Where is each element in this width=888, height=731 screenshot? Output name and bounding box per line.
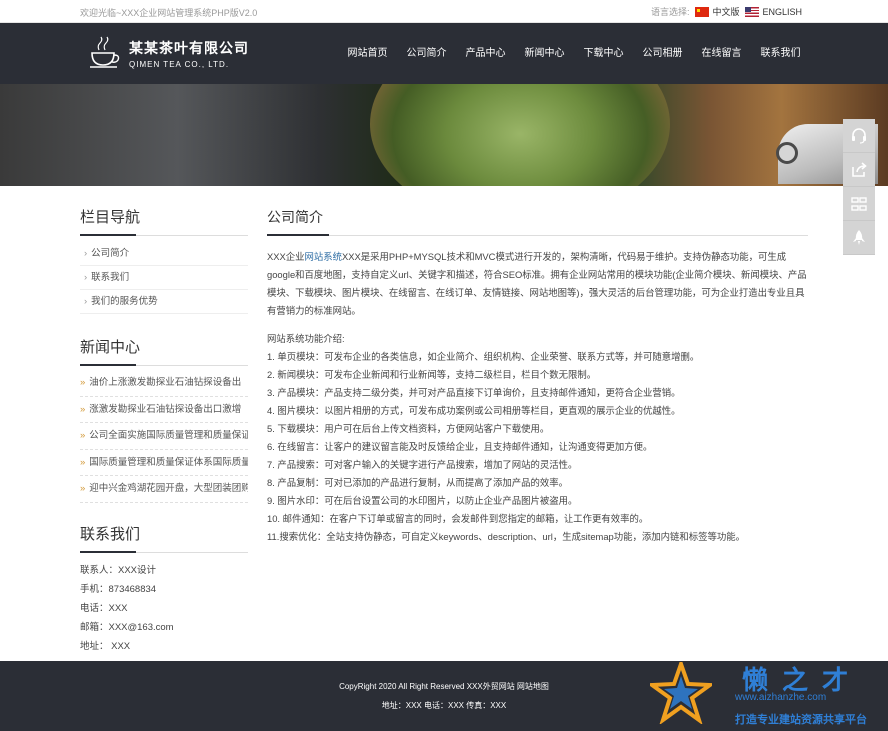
feature-item: 4. 图片模块：以图片相册的方式，可发布成功案例或公司相册等栏目，更直观的展示企… <box>267 405 681 416</box>
chevron-right-icon: › <box>84 248 88 259</box>
double-chevron-icon: » <box>80 430 86 441</box>
page-title: 公司简介 <box>267 207 808 236</box>
customer-service-button[interactable] <box>843 119 875 153</box>
sidebar-menu-title: 栏目导航 <box>80 206 248 236</box>
news-title: 迎中兴金鸡湖花园开盘，大型团装团购 <box>89 483 248 494</box>
site-logo[interactable]: 某某茶叶有限公司 QIMEN TEA CO., LTD. <box>87 35 249 71</box>
chevron-right-icon: › <box>84 296 88 307</box>
sidebar-item-advantages[interactable]: › 我们的服务优势 <box>80 290 248 314</box>
sidebar-item-about[interactable]: › 公司简介 <box>80 242 248 266</box>
back-to-top-button[interactable] <box>843 221 875 255</box>
language-switcher: 语言选择: 中文版 ENGLISH <box>651 5 802 18</box>
language-label: 语言选择: <box>650 7 690 17</box>
news-title: 涨激发勘探业石油钻探设备出口激增 <box>89 403 242 415</box>
lang-en-link[interactable]: ENGLISH <box>745 6 802 17</box>
news-title: 油价上涨激发勘探业石油钻探设备出 <box>89 377 242 388</box>
features-heading: 网站系统功能介绍: <box>267 333 345 344</box>
news-link[interactable]: » 油价上涨激发勘探业石油钻探设备出 <box>80 370 248 397</box>
intro-prefix: XXX企业 <box>267 251 305 262</box>
company-name-en: QIMEN TEA CO., LTD. <box>129 59 230 69</box>
content-panel: 公司简介 XXX企业网站系统XXX是采用PHP+MYSQL技术和MVC模式进行开… <box>267 186 808 546</box>
nav-about[interactable]: 公司简介 <box>397 23 456 84</box>
double-chevron-icon: » <box>80 377 86 388</box>
nav-home[interactable]: 网站首页 <box>338 23 397 84</box>
sidebar-contact-title: 联系我们 <box>80 523 248 553</box>
feature-item: 9. 图片水印：可在后台设置公司的水印图片，以防止企业产品图片被盗用。 <box>267 495 578 506</box>
share-icon <box>852 161 867 177</box>
double-chevron-icon: » <box>80 403 86 415</box>
feature-item: 1. 单页模块：可发布企业的各类信息，如企业简介、组织机构、企业荣誉、联系方式等… <box>267 351 700 362</box>
news-title: 国际质量管理和质量保证体系国际质量 <box>89 456 248 468</box>
contact-email: 邮箱：XXX@163.com <box>80 621 174 633</box>
feature-item: 7. 产品搜索：可对客户输入的关键字进行产品搜索，增加了网站的灵活性。 <box>267 459 578 470</box>
china-flag-icon <box>695 6 710 17</box>
share-button[interactable] <box>843 153 875 187</box>
feature-item: 5. 下载模块：用户可在后台上传文档资料，方便网站客户下载使用。 <box>267 423 550 434</box>
lang-en-label: ENGLISH <box>762 6 802 17</box>
sidebar-item-label: 公司简介 <box>91 248 130 259</box>
nav-products[interactable]: 产品中心 <box>456 23 515 84</box>
site-header: 某某茶叶有限公司 QIMEN TEA CO., LTD. 网站首页 公司简介 产… <box>0 23 888 84</box>
lang-cn-link[interactable]: 中文版 <box>695 5 739 18</box>
double-chevron-icon: » <box>80 483 86 494</box>
watermark: 懒之才 www.aizhanzhe.com 打造专业建站资源共享平台 <box>650 658 888 731</box>
intro-body: XXX是采用PHP+MYSQL技术和MVC模式进行开发的，架构清晰，代码易于维护… <box>267 251 807 316</box>
qrcode-icon <box>851 196 867 211</box>
sidebar: 栏目导航 › 公司简介 › 联系我们 › 我们的服务优势 新闻中心 » 油价上涨激发勘探… <box>80 186 248 656</box>
news-link[interactable]: » 涨激发勘探业石油钻探设备出口激增 <box>80 397 248 423</box>
intro-link[interactable]: 网站系统 <box>305 251 343 262</box>
us-flag-icon <box>745 6 760 17</box>
teapot-spout <box>776 142 798 164</box>
feature-item: 3. 产品模块：产品支持二级分类，并可对产品直接下订单询价，且支持邮件通知，更符… <box>267 387 681 398</box>
news-link[interactable]: » 迎中兴金鸡湖花园开盘，大型团装团购 <box>80 476 248 503</box>
headset-icon <box>852 127 866 144</box>
rocket-icon <box>853 229 865 245</box>
nav-downloads[interactable]: 下载中心 <box>574 23 633 84</box>
contact-person: 联系人：XXX设计 <box>80 564 157 576</box>
feature-item: 2. 新闻模块：可发布企业新闻和行业新闻等，支持二级栏目，栏目个数无限制。 <box>267 369 597 380</box>
sidebar-item-label: 联系我们 <box>91 272 130 283</box>
contact-address: 地址： XXX <box>80 640 131 652</box>
double-chevron-icon: » <box>80 456 86 468</box>
company-name-cn: 某某茶叶有限公司 <box>129 39 249 56</box>
watermark-slogan: 打造专业建站资源共享平台 <box>735 714 867 726</box>
tea-bowl-image <box>370 84 670 186</box>
nav-album[interactable]: 公司相册 <box>633 23 692 84</box>
star-logo-icon <box>650 662 712 724</box>
floating-toolbar <box>843 119 875 255</box>
qrcode-button[interactable] <box>843 187 875 221</box>
intro-paragraph: XXX企业网站系统XXX是采用PHP+MYSQL技术和MVC模式进行开发的，架构… <box>267 248 808 320</box>
feature-item: 8. 产品复制：可对已添加的产品进行复制，从而提高了添加产品的效率。 <box>267 477 569 488</box>
sidebar-news-title: 新闻中心 <box>80 336 248 366</box>
main-nav: 网站首页 公司简介 产品中心 新闻中心 下载中心 公司相册 在线留言 联系我们 <box>338 23 810 84</box>
tea-banner <box>0 84 888 186</box>
feature-item: 10. 邮件通知：在客户下订单或留言的同时，会发邮件到您指定的邮箱，让工作更有效… <box>267 513 649 524</box>
feature-item: 11.搜索优化：全站支持伪静态，可自定义keywords、description… <box>267 531 746 542</box>
sidebar-item-contact[interactable]: › 联系我们 <box>80 266 248 290</box>
sidebar-item-label: 我们的服务优势 <box>91 296 158 307</box>
top-strip: 欢迎光临~XXX企业网站管理系统PHP版V2.0 语言选择: 中文版 ENGLI… <box>0 0 888 23</box>
news-link[interactable]: » 公司全面实施国际质量管理和质量保证 <box>80 423 248 450</box>
chevron-right-icon: › <box>84 272 88 283</box>
news-link[interactable]: » 国际质量管理和质量保证体系国际质量 <box>80 450 248 476</box>
nav-guestbook[interactable]: 在线留言 <box>692 23 751 84</box>
lang-cn-label: 中文版 <box>712 7 740 17</box>
nav-news[interactable]: 新闻中心 <box>515 23 574 84</box>
news-title: 公司全面实施国际质量管理和质量保证 <box>89 430 248 441</box>
contact-mobile: 手机：873468834 <box>80 583 157 595</box>
contact-phone: 电话：XXX <box>80 602 128 614</box>
features-list: 1. 单页模块：可发布企业的各类信息，如企业简介、组织机构、企业荣誉、联系方式等… <box>267 348 808 546</box>
welcome-text: 欢迎光临~XXX企业网站管理系统PHP版V2.0 <box>80 8 258 18</box>
feature-item: 6. 在线留言：让客户的建议留言能及时反馈给企业，且支持邮件通知，让沟通变得更加… <box>267 441 653 452</box>
nav-contact[interactable]: 联系我们 <box>751 23 810 84</box>
teacup-icon <box>90 36 120 68</box>
watermark-url: www.aizhanzhe.com <box>735 692 827 703</box>
